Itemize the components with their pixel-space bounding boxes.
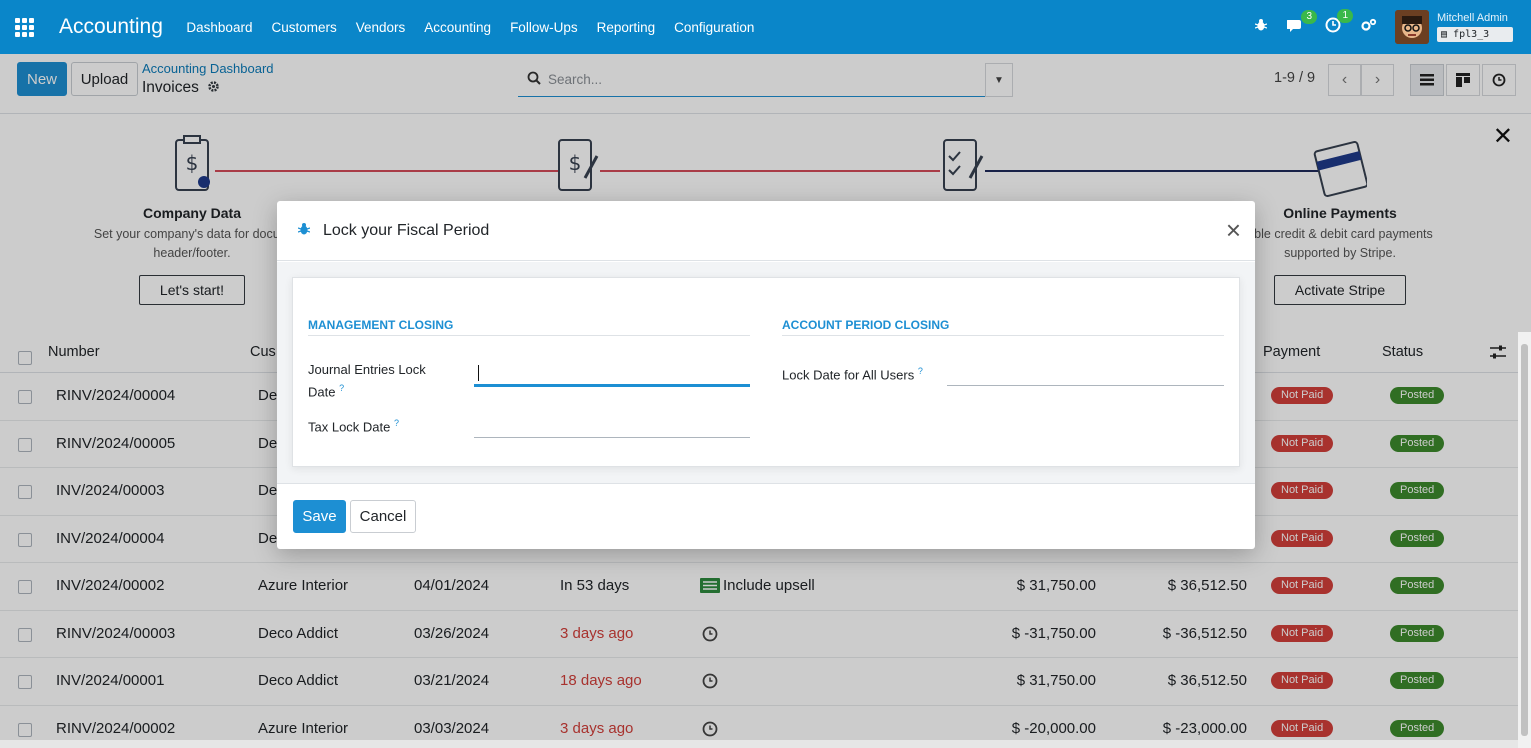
activities-clock-icon[interactable]: 1 [1325,9,1353,37]
help-tooltip-icon[interactable]: ? [394,418,399,428]
section-divider [782,335,1224,336]
dialog-close-icon[interactable]: × [1226,217,1241,243]
lock-fiscal-period-dialog: Lock your Fiscal Period × MANAGEMENT CLO… [277,201,1255,549]
user-avatar[interactable] [1395,10,1429,44]
journal-entries-lock-date-label: Journal Entries Lock Date ? [308,362,426,400]
text-caret [478,365,479,381]
top-navbar: Accounting Dashboard Customers Vendors A… [0,0,1531,54]
database-name: ▤ fpl3_3 [1437,27,1513,42]
menu-accounting[interactable]: Accounting [415,20,501,35]
save-button[interactable]: Save [293,500,346,533]
lock-date-all-users-label: Lock Date for All Users ? [782,366,923,383]
dialog-title: Lock your Fiscal Period [323,221,490,239]
app-brand[interactable]: Accounting [59,15,163,39]
scrollbar-thumb[interactable] [1521,344,1528,736]
menu-configuration[interactable]: Configuration [665,20,764,35]
user-name: Mitchell Admin [1437,12,1508,24]
debug-bug-icon[interactable] [297,222,311,239]
account-period-closing-title: ACCOUNT PERIOD CLOSING [782,318,950,332]
settings-cogs-icon[interactable] [1361,18,1377,36]
apps-menu-icon[interactable] [0,0,48,54]
activities-badge: 1 [1337,9,1353,23]
tax-lock-date-label: Tax Lock Date ? [308,418,400,435]
tax-lock-date-field[interactable] [474,412,750,438]
vertical-scrollbar[interactable] [1518,332,1531,748]
menu-dashboard[interactable]: Dashboard [177,20,262,35]
messages-icon[interactable]: 3 [1286,9,1317,37]
menu-vendors[interactable]: Vendors [346,20,415,35]
help-tooltip-icon[interactable]: ? [918,366,923,376]
journal-entries-lock-date-field[interactable] [474,361,750,387]
management-closing-title: MANAGEMENT CLOSING [308,318,454,332]
section-divider [308,335,750,336]
menu-customers[interactable]: Customers [262,20,346,35]
dialog-body: MANAGEMENT CLOSING ACCOUNT PERIOD CLOSIN… [277,262,1255,484]
debug-bug-icon[interactable] [1254,18,1268,36]
messages-badge: 3 [1301,9,1317,24]
cancel-button[interactable]: Cancel [350,500,416,533]
help-tooltip-icon[interactable]: ? [339,383,344,393]
lock-date-all-users-field[interactable] [947,360,1224,386]
menu-follow-ups[interactable]: Follow-Ups [501,20,588,35]
menu-reporting[interactable]: Reporting [587,20,665,35]
form-sheet: MANAGEMENT CLOSING ACCOUNT PERIOD CLOSIN… [292,277,1240,467]
dialog-footer: Save Cancel [277,485,1255,549]
horizontal-scrollbar[interactable] [0,740,1518,748]
dialog-header: Lock your Fiscal Period × [277,201,1255,261]
user-menu[interactable]: Mitchell Admin ▤ fpl3_3 [1437,12,1513,42]
